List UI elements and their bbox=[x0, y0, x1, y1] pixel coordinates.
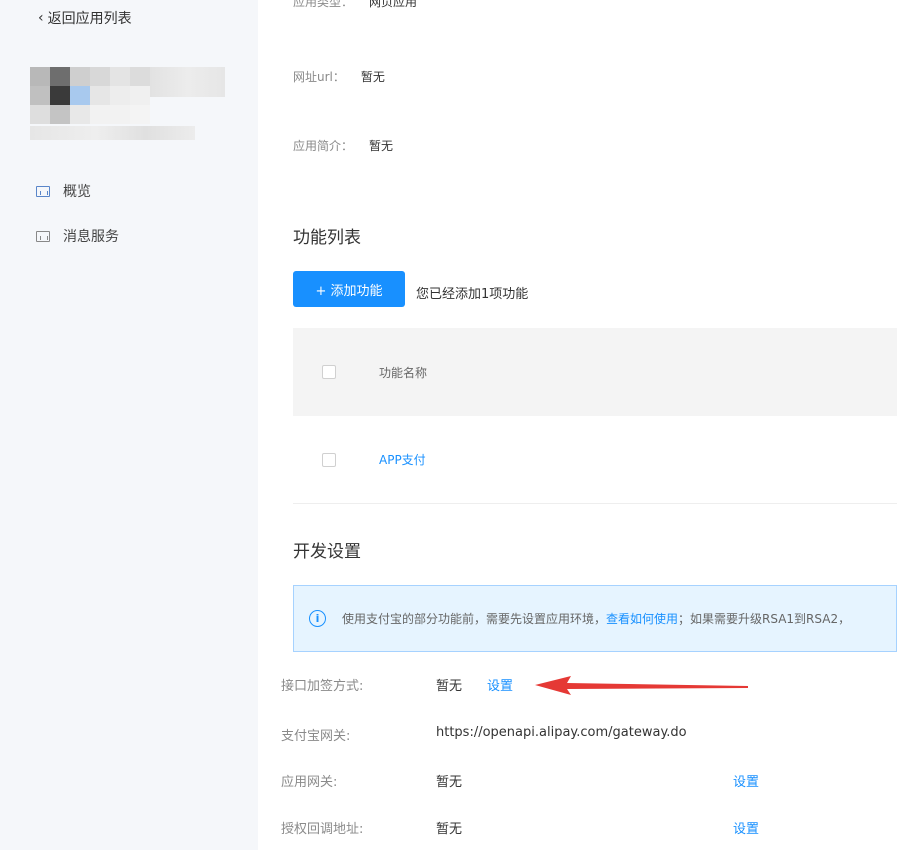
notice-text: 使用支付宝的部分功能前，需要先设置应用环境， bbox=[342, 612, 607, 626]
back-to-app-list-link[interactable]: ‹ 返回应用列表 bbox=[38, 8, 132, 28]
auth-callback-value: 暂无 bbox=[436, 822, 463, 837]
feature-table: 功能名称 APP支付 bbox=[293, 328, 897, 504]
app-desc-value: 暂无 bbox=[369, 139, 394, 153]
gateway-row: 支付宝网关: https://openapi.alipay.com/gatewa… bbox=[281, 725, 881, 745]
chart-icon bbox=[36, 185, 50, 197]
app-desc-row: 应用简介： 暂无 bbox=[293, 137, 393, 154]
column-header-feature-name: 功能名称 bbox=[379, 365, 428, 380]
red-arrow-annotation-icon bbox=[535, 676, 748, 695]
auth-callback-set-link[interactable]: 设置 bbox=[733, 818, 759, 837]
feature-count-hint: 您已经添加1项功能 bbox=[416, 287, 529, 302]
auth-callback-row: 授权回调地址: 暂无 设置 bbox=[281, 818, 881, 838]
app-avatar-pixelated bbox=[30, 67, 150, 125]
sign-method-value: 暂无 bbox=[436, 679, 463, 694]
back-link-label: 返回应用列表 bbox=[47, 11, 132, 27]
app-type-row: 应用类型： 网页应用 bbox=[293, 0, 417, 10]
sign-method-set-link[interactable]: 设置 bbox=[487, 675, 513, 694]
arrow-shape bbox=[535, 676, 748, 695]
app-gateway-set-link[interactable]: 设置 bbox=[733, 771, 759, 790]
how-to-use-link[interactable]: 查看如何使用 bbox=[606, 610, 678, 627]
dev-settings-title: 开发设置 bbox=[293, 542, 361, 562]
auth-callback-label: 授权回调地址: bbox=[281, 822, 364, 837]
info-icon: i bbox=[309, 610, 326, 627]
chart-icon bbox=[36, 230, 50, 242]
table-header: 功能名称 bbox=[293, 328, 897, 416]
notice-tail-text: ；如果需要升级RSA1到RSA2， bbox=[678, 612, 851, 626]
url-value: 暂无 bbox=[360, 70, 385, 84]
add-feature-button[interactable]: + 添加功能 bbox=[293, 271, 405, 307]
app-id-redacted bbox=[30, 126, 195, 140]
app-gateway-value: 暂无 bbox=[436, 775, 463, 790]
url-row: 网址url： 暂无 bbox=[293, 68, 385, 85]
sign-method-label: 接口加签方式: bbox=[281, 679, 364, 694]
sidebar-item-overview[interactable]: 概览 bbox=[36, 181, 91, 201]
info-notice: i 使用支付宝的部分功能前，需要先设置应用环境， 查看如何使用 ；如果需要升级RSA… bbox=[293, 585, 897, 652]
main-content: 应用类型： 网页应用 网址url： 暂无 应用简介： 暂无 功能列表 + 添加功能 您… bbox=[258, 0, 918, 850]
app-gateway-row: 应用网关: 暂无 设置 bbox=[281, 771, 881, 791]
app-name-redacted bbox=[150, 67, 225, 97]
table-row: APP支付 bbox=[293, 416, 897, 504]
gateway-value: https://openapi.alipay.com/gateway.do bbox=[436, 725, 687, 740]
sidebar: ‹ 返回应用列表 概览 消息服务 bbox=[0, 0, 258, 850]
feature-name-link[interactable]: APP支付 bbox=[379, 451, 426, 468]
app-desc-label: 应用简介： bbox=[293, 139, 354, 153]
row-checkbox[interactable] bbox=[322, 452, 336, 467]
feature-list-title: 功能列表 bbox=[293, 228, 361, 248]
sidebar-item-message-service[interactable]: 消息服务 bbox=[36, 226, 119, 246]
app-gateway-label: 应用网关: bbox=[281, 775, 338, 790]
app-type-label: 应用类型： bbox=[293, 0, 354, 9]
sidebar-item-label: 概览 bbox=[63, 184, 91, 200]
select-all-checkbox[interactable] bbox=[322, 365, 336, 379]
chevron-left-icon: ‹ bbox=[38, 10, 44, 26]
url-label: 网址url： bbox=[293, 70, 345, 84]
gateway-label: 支付宝网关: bbox=[281, 729, 351, 744]
app-type-value: 网页应用 bbox=[369, 0, 418, 9]
sidebar-item-label: 消息服务 bbox=[63, 229, 119, 245]
